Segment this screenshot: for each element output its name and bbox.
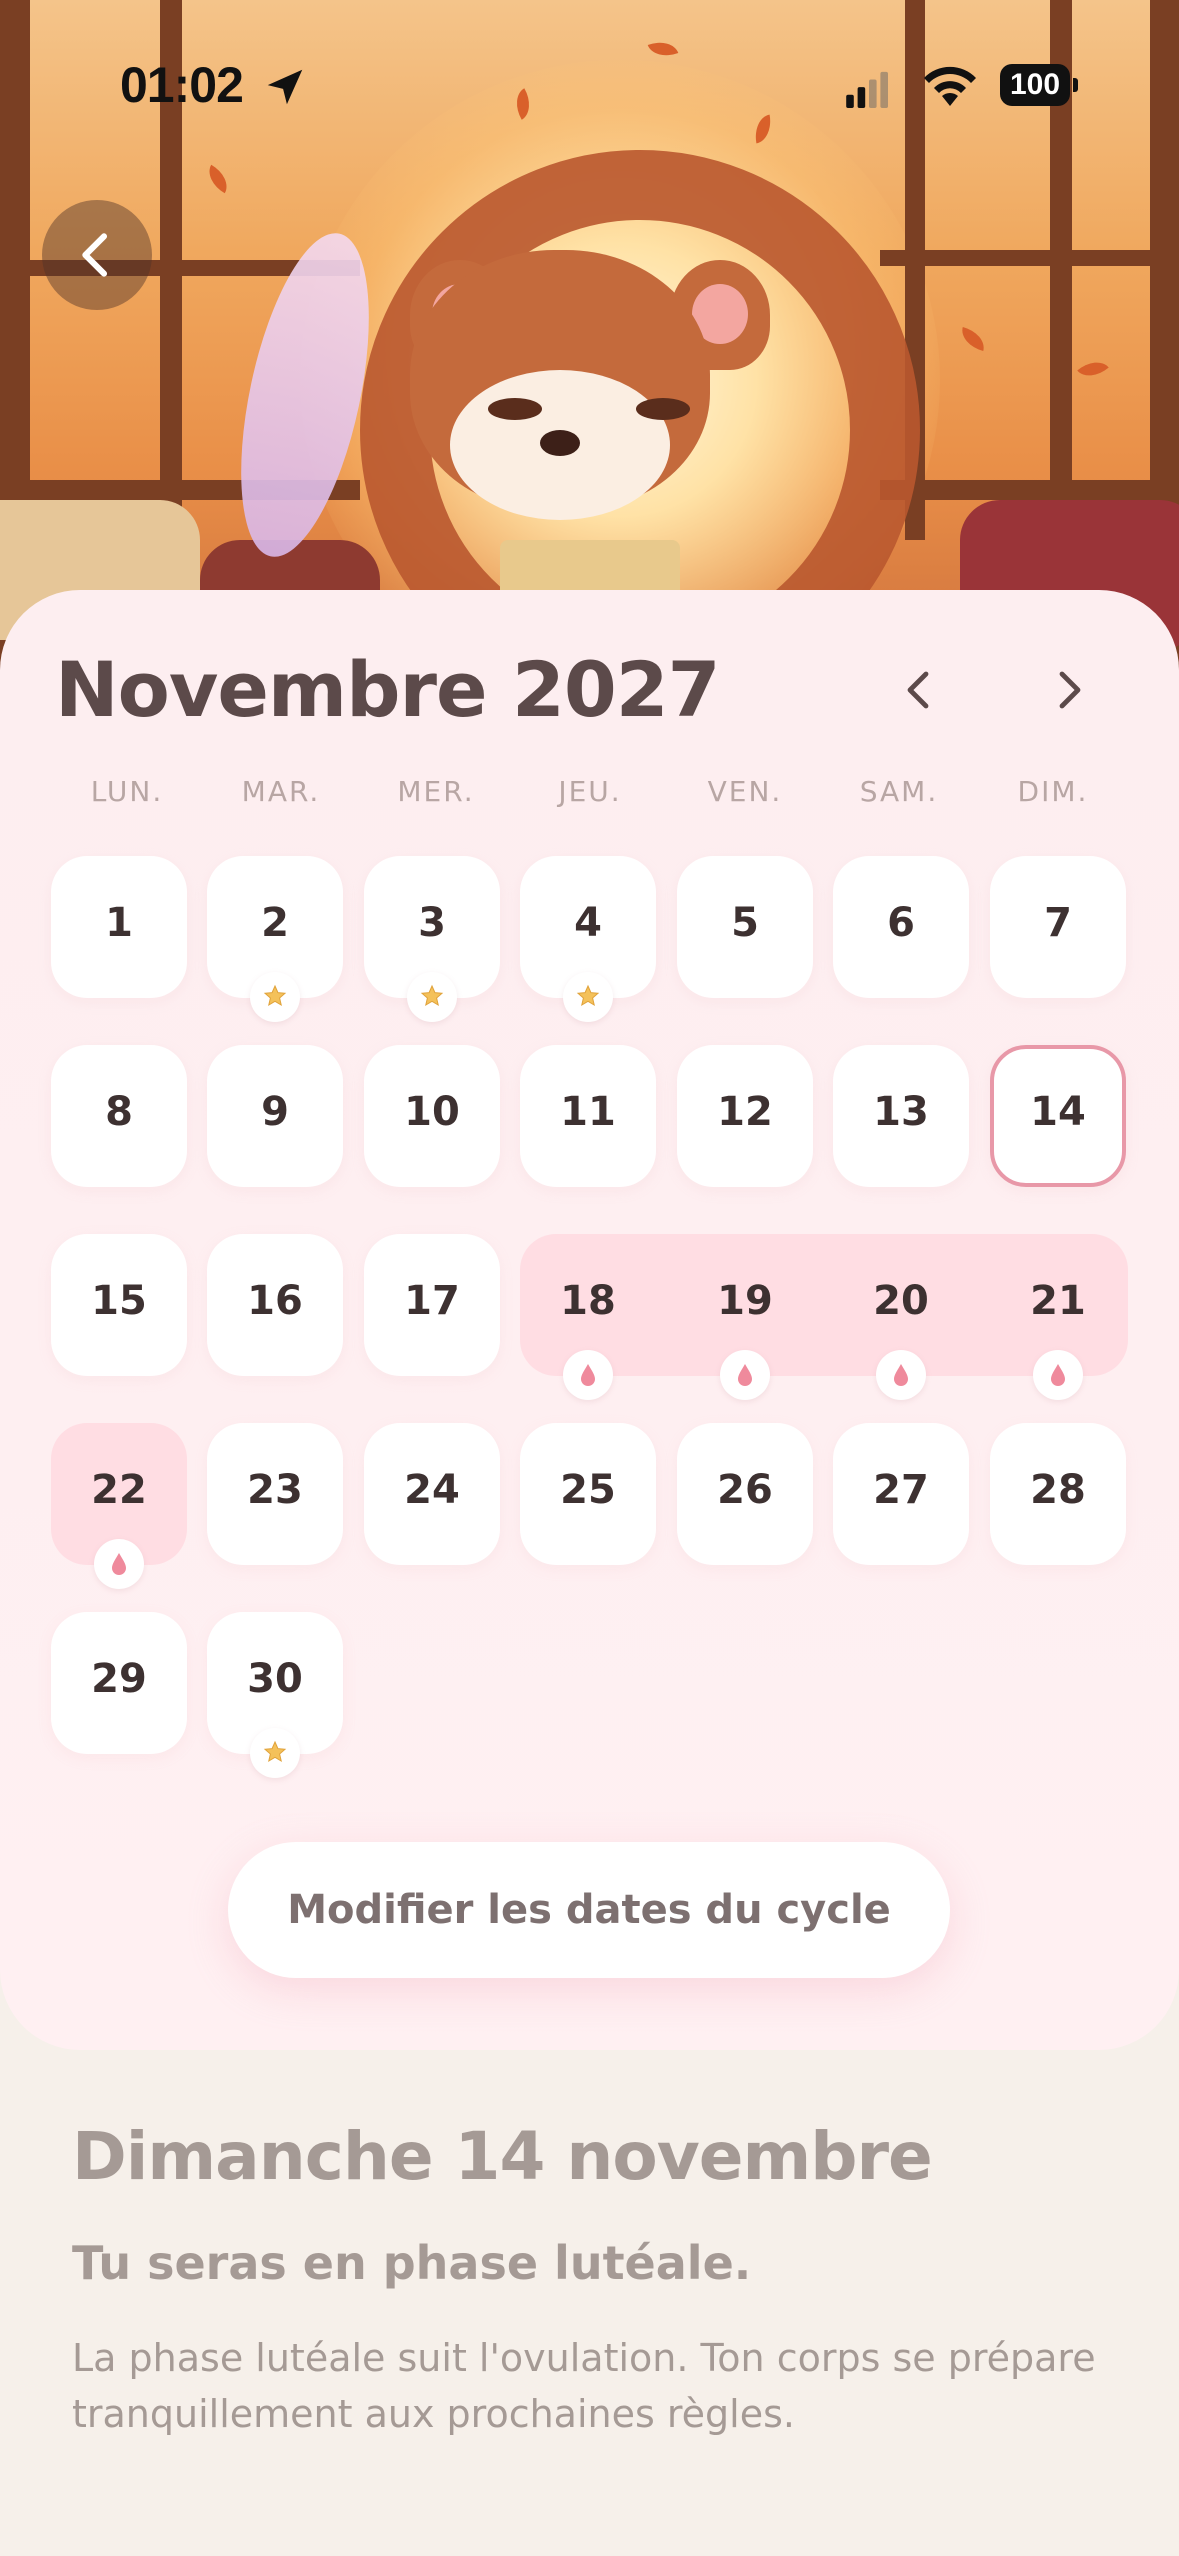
calendar-day[interactable]: 10 xyxy=(364,1045,500,1187)
drop-icon xyxy=(1051,1364,1065,1386)
calendar-day-period[interactable]: 19 xyxy=(677,1234,813,1400)
calendar-day[interactable]: 29 xyxy=(51,1612,187,1754)
calendar-day[interactable]: 11 xyxy=(520,1045,656,1187)
calendar-day[interactable]: 26 xyxy=(677,1423,813,1565)
calendar-day-today[interactable]: 14 xyxy=(990,1045,1126,1187)
drop-icon xyxy=(112,1553,126,1575)
calendar-day[interactable]: 27 xyxy=(833,1423,969,1565)
location-arrow-icon xyxy=(267,69,303,105)
window-frame xyxy=(880,250,1179,266)
weekday-label: LUN. xyxy=(90,775,164,808)
calendar-day[interactable]: 17 xyxy=(364,1234,500,1376)
weekday-label: MER. xyxy=(397,775,475,808)
calendar-day[interactable]: 25 xyxy=(520,1423,656,1565)
weekday-label: DIM. xyxy=(1017,775,1089,808)
calendar-day[interactable]: 30 xyxy=(207,1612,343,1778)
calendar-day[interactable]: 3 xyxy=(364,856,500,1022)
star-badge xyxy=(250,1728,300,1778)
phase-description: La phase lutéale suit l'ovulation. Ton c… xyxy=(72,2336,1096,2436)
period-badge xyxy=(876,1350,926,1400)
calendar-day[interactable]: 6 xyxy=(833,856,969,998)
panda-eye xyxy=(636,398,690,420)
leaf-decoration xyxy=(1077,353,1109,385)
battery-tip xyxy=(1073,78,1078,92)
drop-icon xyxy=(581,1364,595,1386)
calendar-day-period[interactable]: 21 xyxy=(990,1234,1126,1400)
edit-cycle-dates-button[interactable]: Modifier les dates du cycle xyxy=(228,1842,950,1978)
weekday-label: SAM. xyxy=(859,775,939,808)
period-badge xyxy=(563,1350,613,1400)
calendar-day[interactable]: 23 xyxy=(207,1423,343,1565)
star-badge xyxy=(250,972,300,1022)
chevron-left-icon xyxy=(907,671,929,709)
drop-icon xyxy=(738,1364,752,1386)
calendar-day[interactable]: 13 xyxy=(833,1045,969,1187)
status-bar: 01:02 100 xyxy=(0,0,1179,170)
weekday-label: JEU. xyxy=(558,775,622,808)
weekday-label: VEN. xyxy=(707,775,783,808)
calendar-day[interactable]: 4 xyxy=(520,856,656,1022)
leaf-decoration xyxy=(958,326,988,352)
window-frame xyxy=(880,480,1179,500)
calendar-day[interactable]: 12 xyxy=(677,1045,813,1187)
chevron-right-icon xyxy=(1059,671,1081,709)
calendar-day[interactable]: 24 xyxy=(364,1423,500,1565)
star-icon xyxy=(576,984,600,1007)
calendar-day[interactable]: 8 xyxy=(51,1045,187,1187)
period-badge xyxy=(94,1539,144,1589)
calendar-day[interactable]: 15 xyxy=(51,1234,187,1376)
panda-eye xyxy=(488,398,542,420)
calendar-day[interactable]: 2 xyxy=(207,856,343,1022)
star-icon xyxy=(263,984,287,1007)
star-badge xyxy=(407,972,457,1022)
star-icon xyxy=(263,1740,287,1763)
chevron-left-icon xyxy=(82,233,108,277)
battery-indicator: 100 xyxy=(1000,64,1070,106)
next-month-button[interactable] xyxy=(1028,650,1108,730)
calendar-day[interactable]: 28 xyxy=(990,1423,1126,1565)
drop-icon xyxy=(894,1364,908,1386)
period-badge xyxy=(720,1350,770,1400)
weekday-label: MAR. xyxy=(241,775,321,808)
phase-title: Tu seras en phase lutéale. xyxy=(72,2236,752,2290)
calendar-day-period[interactable]: 22 xyxy=(51,1423,187,1589)
previous-month-button[interactable] xyxy=(880,650,960,730)
star-badge xyxy=(563,972,613,1022)
month-title: Novembre 2027 xyxy=(55,645,721,734)
back-button[interactable] xyxy=(42,200,152,310)
star-icon xyxy=(420,984,444,1007)
calendar-day-period[interactable]: 20 xyxy=(833,1234,969,1400)
calendar-day-period[interactable]: 18 xyxy=(520,1234,656,1400)
calendar-day[interactable]: 16 xyxy=(207,1234,343,1376)
cellular-signal-icon xyxy=(846,71,888,108)
calendar-day[interactable]: 1 xyxy=(51,856,187,998)
wifi-icon xyxy=(924,66,976,106)
panda-nose xyxy=(540,430,580,456)
selected-date-heading: Dimanche 14 novembre xyxy=(72,2118,933,2195)
calendar-day[interactable]: 5 xyxy=(677,856,813,998)
calendar-day[interactable]: 9 xyxy=(207,1045,343,1187)
status-time: 01:02 xyxy=(120,57,244,113)
period-badge xyxy=(1033,1350,1083,1400)
calendar-day[interactable]: 7 xyxy=(990,856,1126,998)
